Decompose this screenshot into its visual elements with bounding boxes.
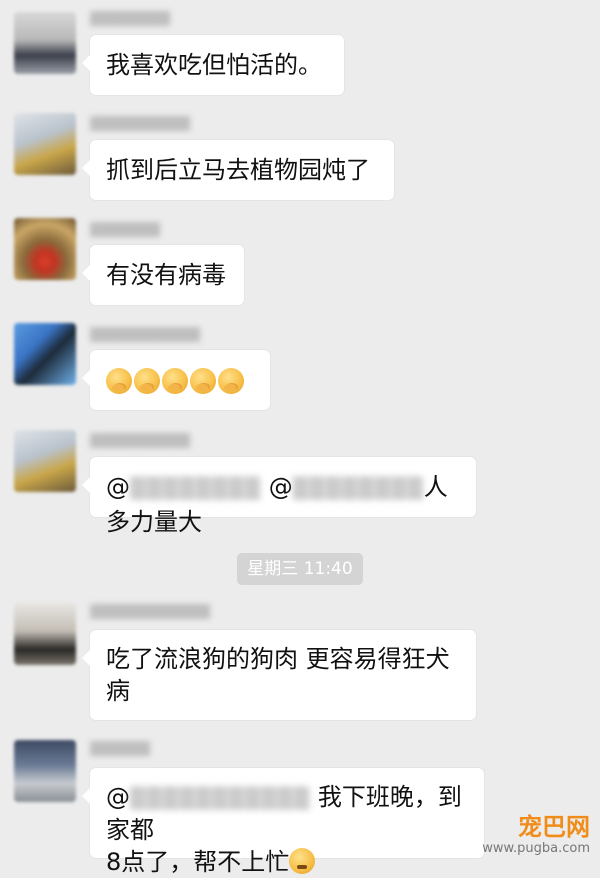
emoji-icon (162, 368, 188, 394)
mention-symbol: @ (106, 473, 130, 501)
sender-name: ▓▓▓▓▓▓▓▓▓▓ (90, 434, 190, 449)
sender-name: ▓▓▓▓▓▓▓▓ (90, 12, 170, 27)
sender-name: ▓▓▓▓▓▓▓ (90, 223, 160, 238)
avatar[interactable] (14, 740, 76, 802)
sender-name: ▓▓▓▓▓▓ (90, 742, 150, 757)
message-bubble[interactable]: @▒▒▒▒▒▒▒▒ @▒▒▒▒▒▒▒▒人多力量大 (82, 457, 476, 536)
avatar[interactable] (14, 113, 76, 175)
mention-symbol: @ (106, 783, 130, 811)
emoji-icon (218, 368, 244, 394)
message-bubble[interactable]: 抓到后立马去植物园炖了 (82, 140, 394, 200)
message-bubble[interactable]: @▒▒▒▒▒▒▒▒▒▒▒ 我下班晚，到家都 8点了，帮不上忙 (82, 768, 484, 876)
emoji-icon (134, 368, 160, 394)
message-text: 8点了，帮不上忙 (106, 848, 290, 876)
redacted-name: ▒▒▒▒▒▒▒▒▒▒▒ (130, 786, 311, 810)
sender-name: ▓▓▓▓▓▓▓▓▓▓▓▓ (90, 605, 210, 620)
message-text: 抓到后立马去植物园炖了 (106, 156, 370, 184)
emoji-icon (106, 368, 132, 394)
message-text: 病 (106, 677, 130, 705)
avatar[interactable] (14, 12, 76, 74)
watermark-url: www.pugba.com (482, 841, 590, 856)
message-bubble[interactable] (82, 350, 270, 410)
redacted-name: ▒▒▒▒▒▒▒▒ (292, 476, 424, 500)
sender-name: ▓▓▓▓▓▓▓▓▓▓▓ (90, 328, 200, 343)
message-text: 吃了流浪狗的狗肉 更容易得狂犬 (106, 645, 450, 673)
message-bubble[interactable]: 我喜欢吃但怕活的。 (82, 35, 344, 95)
watermark-logo: 宠巴网 (518, 812, 590, 841)
message-bubble[interactable]: 有没有病毒 (82, 245, 244, 305)
message-bubble[interactable]: 吃了流浪狗的狗肉 更容易得狂犬 病 (82, 630, 476, 720)
sad-emoji-icon (289, 848, 316, 874)
avatar[interactable] (14, 603, 76, 665)
watermark: 宠巴网 www.pugba.com (482, 812, 590, 857)
message-text: 我喜欢吃但怕活的。 (106, 51, 322, 79)
avatar[interactable] (14, 218, 76, 280)
emoji-icon (190, 368, 216, 394)
sender-name: ▓▓▓▓▓▓▓▓▓▓ (90, 117, 190, 132)
avatar[interactable] (14, 323, 76, 385)
mention-symbol: @ (268, 473, 293, 501)
redacted-name: ▒▒▒▒▒▒▒▒ (130, 476, 262, 500)
avatar[interactable] (14, 430, 76, 492)
message-text: 有没有病毒 (106, 261, 226, 289)
timestamp-divider: 星期三 11:40 (237, 553, 363, 585)
